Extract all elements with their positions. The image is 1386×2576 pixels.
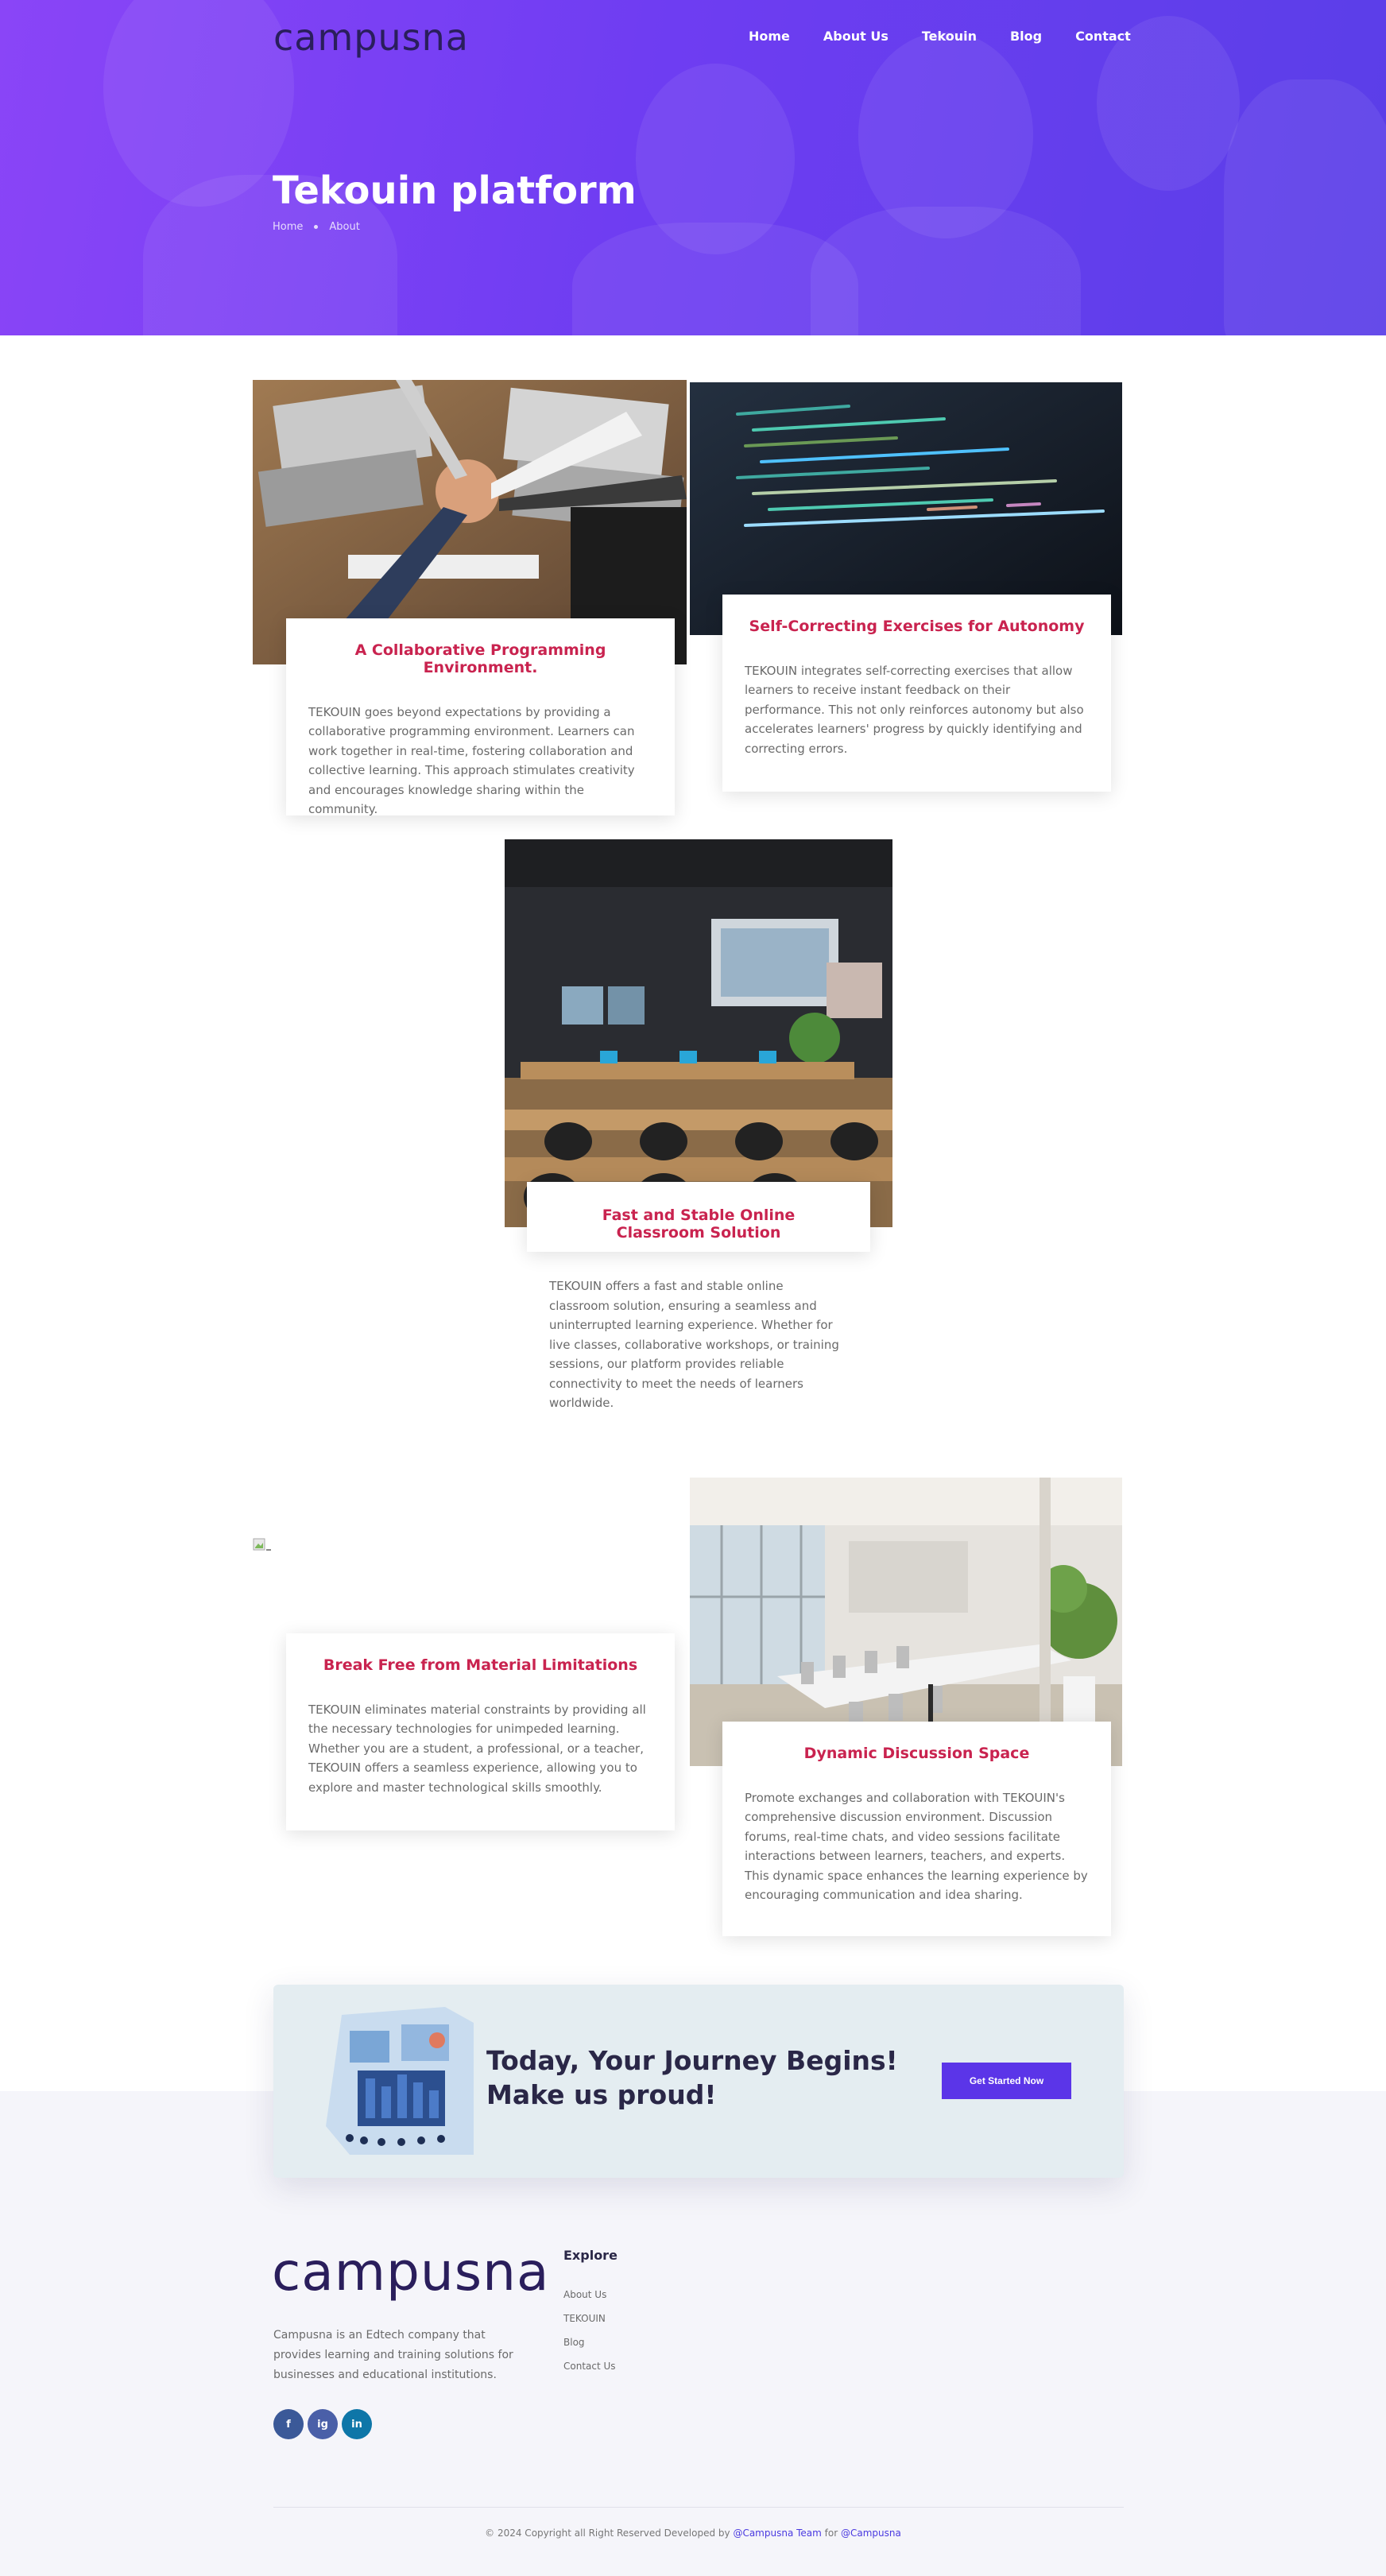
footer-link-contact-us[interactable]: Contact Us: [563, 2361, 616, 2372]
copyright-for: for: [824, 2528, 838, 2539]
page: campusna Home About Us Tekouin Blog Cont…: [0, 0, 1386, 2576]
feature-title: Fast and Stable Online Classroom Solutio…: [602, 1207, 796, 1242]
footer-description: Campusna is an Edtech company that provi…: [273, 2329, 513, 2381]
breadcrumb-separator: [314, 225, 319, 229]
feature-title: Break Free from Material Limitations: [323, 1656, 638, 1674]
cta-illustration: [326, 2007, 474, 2155]
nav-blog[interactable]: Blog: [1010, 29, 1042, 44]
copyright-team-link[interactable]: @Campusna Team: [733, 2528, 821, 2539]
feature-card-discussion-space: Dynamic Discussion Space Promote exchang…: [722, 1722, 1111, 1936]
feature-card-online-classroom: Fast and Stable Online Classroom Solutio…: [527, 1182, 870, 1252]
feature-card-collaborative: A Collaborative Programming Environment.…: [286, 618, 675, 816]
feature-description: TEKOUIN eliminates material constraints …: [308, 1702, 646, 1795]
footer-link-about-us[interactable]: About Us: [563, 2289, 606, 2300]
hero-photo-person: [811, 207, 1081, 335]
feature-description: Promote exchanges and collaboration with…: [745, 1790, 1088, 1903]
feature-title: Self-Correcting Exercises for Autonomy: [749, 618, 1085, 635]
footer-divider: [273, 2507, 1124, 2508]
broken-image-icon: [253, 1538, 275, 1554]
copyright: © 2024 Copyright all Right Reserved Deve…: [0, 2528, 1386, 2539]
breadcrumb-about: About: [329, 221, 360, 233]
nav-about-us[interactable]: About Us: [823, 29, 889, 44]
feature-description: TEKOUIN integrates self-correcting exerc…: [745, 663, 1084, 756]
linkedin-icon[interactable]: in: [342, 2409, 372, 2439]
classroom-image: [505, 839, 892, 1227]
feature-title: A Collaborative Programming Environment.: [354, 641, 606, 676]
cta-title: Today, Your Journey Begins! Make us prou…: [486, 2043, 898, 2112]
hero-banner: campusna Home About Us Tekouin Blog Cont…: [0, 0, 1386, 335]
footer-link-blog[interactable]: Blog: [563, 2337, 585, 2348]
feature-title: Dynamic Discussion Space: [803, 1745, 1030, 1762]
copyright-text: © 2024 Copyright all Right Reserved Deve…: [485, 2528, 730, 2539]
breadcrumb-home[interactable]: Home: [273, 221, 303, 233]
cta-title-line: Make us proud!: [486, 2079, 717, 2110]
feature-description: TEKOUIN offers a fast and stable online …: [549, 1279, 839, 1410]
header-logo[interactable]: campusna: [273, 16, 469, 59]
main-nav: Home About Us Tekouin Blog Contact: [749, 29, 1164, 44]
page-title: Tekouin platform: [273, 169, 637, 213]
nav-contact[interactable]: Contact: [1075, 29, 1131, 44]
facebook-icon[interactable]: f: [273, 2409, 304, 2439]
breadcrumb: Home About: [273, 221, 360, 233]
nav-home[interactable]: Home: [749, 29, 790, 44]
feature-description: TEKOUIN goes beyond expectations by prov…: [308, 704, 635, 817]
nav-tekouin[interactable]: Tekouin: [922, 29, 977, 44]
footer-explore-title: Explore: [563, 2248, 618, 2263]
cta-banner: Today, Your Journey Begins! Make us prou…: [273, 1985, 1124, 2178]
footer-logo[interactable]: campusna: [272, 2241, 549, 2303]
feature-card-material-limitations: Break Free from Material Limitations TEK…: [286, 1633, 675, 1830]
feature-card-self-correcting: Self-Correcting Exercises for Autonomy T…: [722, 595, 1111, 792]
instagram-icon[interactable]: ig: [308, 2409, 338, 2439]
cta-title-line: Today, Your Journey Begins!: [486, 2045, 898, 2076]
footer-link-tekouin[interactable]: TEKOUIN: [563, 2313, 606, 2324]
get-started-button[interactable]: Get Started Now: [942, 2063, 1071, 2099]
hero-photo-backpack: [1224, 79, 1386, 335]
copyright-brand-link[interactable]: @Campusna: [841, 2528, 901, 2539]
